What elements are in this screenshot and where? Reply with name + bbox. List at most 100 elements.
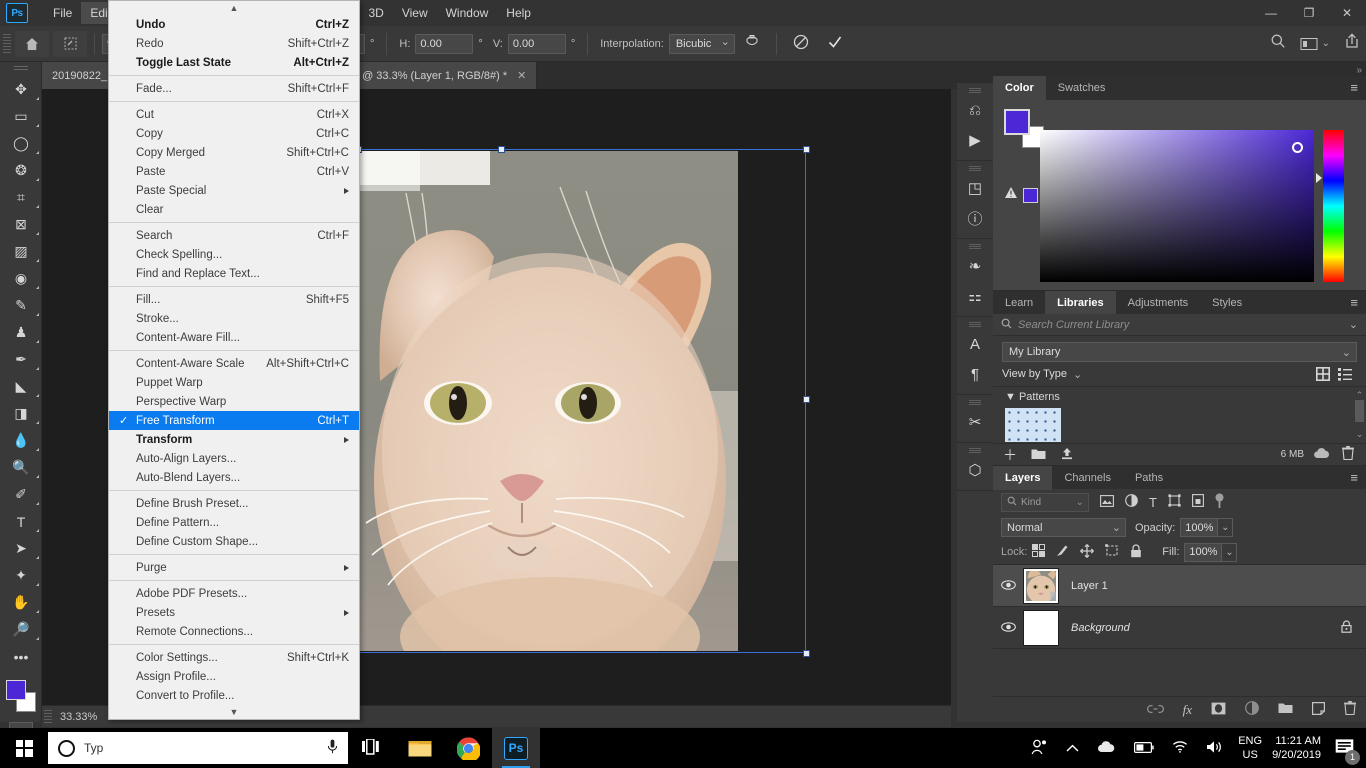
close-button[interactable]: ✕ xyxy=(1328,0,1366,26)
link-layers-icon[interactable] xyxy=(1146,702,1164,717)
free-transform-bounding-box[interactable] xyxy=(355,146,810,657)
adjustment-layer-icon[interactable] xyxy=(1245,701,1259,718)
home-icon[interactable] xyxy=(15,30,49,57)
tab-adjustments[interactable]: Adjustments xyxy=(1116,291,1201,315)
edit-toolbar-tool[interactable]: ••• xyxy=(0,643,42,670)
eraser-tool[interactable]: ◣ xyxy=(0,373,42,400)
move-tool[interactable]: ✥ xyxy=(0,76,42,103)
menu-item-free-transform[interactable]: ✓ Free Transform Ctrl+T xyxy=(109,411,359,430)
library-select[interactable]: My Library ⌄ xyxy=(1002,342,1357,362)
dock-group-grip[interactable] xyxy=(969,400,981,405)
library-group-header[interactable]: ▼ Patterns xyxy=(993,387,1366,405)
menu-item-stroke[interactable]: Stroke... xyxy=(109,309,359,328)
dock-group-grip[interactable] xyxy=(969,166,981,171)
3d-panel-icon[interactable]: ◳ xyxy=(957,173,993,203)
menu-item-color-settings[interactable]: Color Settings... Shift+Ctrl+K xyxy=(109,648,359,667)
menu-item-purge[interactable]: Purge xyxy=(109,558,359,577)
menu-scroll-up-icon[interactable]: ▲ xyxy=(109,1,359,15)
chevron-down-icon[interactable]: ⌄ xyxy=(1073,368,1082,381)
menu-item-puppet-warp[interactable]: Puppet Warp xyxy=(109,373,359,392)
zoom-level[interactable]: 33.33% xyxy=(60,711,97,723)
menu-item-define-brush-preset[interactable]: Define Brush Preset... xyxy=(109,494,359,513)
file-explorer-icon[interactable] xyxy=(396,728,444,768)
menu-item-remote-connections[interactable]: Remote Connections... xyxy=(109,622,359,641)
tab-layers[interactable]: Layers xyxy=(993,466,1053,490)
volume-icon[interactable] xyxy=(1206,740,1223,757)
menu-item-copy[interactable]: Copy Ctrl+C xyxy=(109,124,359,143)
menu-item-copy-merged[interactable]: Copy Merged Shift+Ctrl+C xyxy=(109,143,359,162)
menu-item-paste[interactable]: Paste Ctrl+V xyxy=(109,162,359,181)
gradient-tool[interactable]: ◨ xyxy=(0,400,42,427)
skew-h-field[interactable]: 0.00 xyxy=(415,33,474,54)
tab-swatches[interactable]: Swatches xyxy=(1046,76,1118,100)
tools-panel-grip[interactable] xyxy=(13,66,28,72)
microphone-icon[interactable] xyxy=(327,739,338,757)
windows-start-icon[interactable] xyxy=(0,728,48,768)
custom-shape-tool[interactable]: ✦ xyxy=(0,562,42,589)
list-view-icon[interactable] xyxy=(1338,367,1352,384)
add-asset-icon[interactable]: ＋ xyxy=(1003,445,1017,465)
library-search-bar[interactable]: Search Current Library ⌄ xyxy=(993,314,1366,336)
language-indicator[interactable]: ENG US xyxy=(1238,734,1262,762)
menu-item-content-aware-scale[interactable]: Content-Aware Scale Alt+Shift+Ctrl+C xyxy=(109,354,359,373)
menu-item-define-custom-shape[interactable]: Define Custom Shape... xyxy=(109,532,359,551)
commit-transform-icon[interactable] xyxy=(827,34,843,54)
minimize-button[interactable]: — xyxy=(1252,0,1290,26)
crop-tool[interactable]: ⌗ xyxy=(0,184,42,211)
tool-presets-icon[interactable]: ✂ xyxy=(957,407,993,437)
transform-handle-top-right[interactable] xyxy=(803,146,810,153)
layer-row[interactable]: Layer 1 xyxy=(993,565,1366,607)
upload-asset-icon[interactable] xyxy=(1060,447,1074,463)
taskbar-search-box[interactable]: Typ xyxy=(48,732,348,764)
panel-menu-icon[interactable]: ≡ xyxy=(1350,471,1358,484)
warp-icon[interactable] xyxy=(744,34,760,54)
frame-tool[interactable]: ⊠ xyxy=(0,211,42,238)
clone-stamp-tool[interactable]: ♟ xyxy=(0,319,42,346)
menubar-item-3d[interactable]: 3D xyxy=(359,2,392,24)
blur-tool[interactable]: 💧 xyxy=(0,427,42,454)
tab-libraries[interactable]: Libraries xyxy=(1045,291,1116,315)
show-hidden-icons-icon[interactable] xyxy=(1066,741,1079,756)
pixel-filter-icon[interactable] xyxy=(1100,494,1114,510)
history-brush-tool[interactable]: ✒ xyxy=(0,346,42,373)
fill-stepper[interactable]: ⌄ xyxy=(1222,542,1238,562)
dock-group-grip[interactable] xyxy=(969,448,981,453)
status-bar-grip[interactable] xyxy=(44,709,52,724)
menubar-item-view[interactable]: View xyxy=(393,2,437,24)
tabbar-expand-icon[interactable]: » xyxy=(1356,65,1362,76)
photoshop-icon[interactable]: Ps xyxy=(492,728,540,768)
menu-item-cut[interactable]: Cut Ctrl+X xyxy=(109,105,359,124)
quick-selection-tool[interactable]: ❂ xyxy=(0,157,42,184)
color-picker-cursor[interactable] xyxy=(1292,142,1303,153)
history-panel-icon[interactable]: ⎌ xyxy=(957,95,993,125)
hue-slider-marker[interactable] xyxy=(1316,173,1322,183)
hue-slider[interactable] xyxy=(1323,130,1344,282)
new-group-icon[interactable] xyxy=(1278,702,1293,717)
skew-v-field[interactable]: 0.00 xyxy=(507,33,566,54)
interpolation-select[interactable]: Bicubic xyxy=(668,33,735,54)
transform-handle-middle-right[interactable] xyxy=(803,396,810,403)
clock[interactable]: 11:21 AM 9/20/2019 xyxy=(1272,734,1321,762)
adjustment-filter-icon[interactable] xyxy=(1125,494,1138,510)
smartobject-filter-icon[interactable] xyxy=(1192,494,1204,510)
menu-item-perspective-warp[interactable]: Perspective Warp xyxy=(109,392,359,411)
layer-mask-icon[interactable] xyxy=(1211,702,1226,718)
new-folder-icon[interactable] xyxy=(1031,447,1046,463)
menubar-item-window[interactable]: Window xyxy=(437,2,498,24)
battery-icon[interactable] xyxy=(1134,741,1154,756)
panel-menu-icon[interactable]: ≡ xyxy=(1350,81,1358,94)
menu-item-content-aware-fill[interactable]: Content-Aware Fill... xyxy=(109,328,359,347)
menu-item-auto-align-layers[interactable]: Auto-Align Layers... xyxy=(109,449,359,468)
library-scrollbar[interactable]: ⌃ ⌄ xyxy=(1355,390,1364,440)
eyedropper-tool[interactable]: ▨ xyxy=(0,238,42,265)
menu-scroll-down-icon[interactable]: ▼ xyxy=(109,705,359,719)
layer-thumbnail[interactable] xyxy=(1023,609,1059,646)
zoom-tool[interactable]: 🔎 xyxy=(0,616,42,643)
dock-group-grip[interactable] xyxy=(969,244,981,249)
brush-settings-icon[interactable]: ❧ xyxy=(957,251,993,281)
dock-group-grip[interactable] xyxy=(969,88,981,93)
view-by-type-label[interactable]: View by Type xyxy=(1002,368,1067,380)
menu-item-toggle-last-state[interactable]: Toggle Last State Alt+Ctrl+Z xyxy=(109,53,359,72)
pattern-asset-thumbnail[interactable] xyxy=(1005,408,1061,442)
cloud-sync-icon[interactable] xyxy=(1313,447,1330,462)
